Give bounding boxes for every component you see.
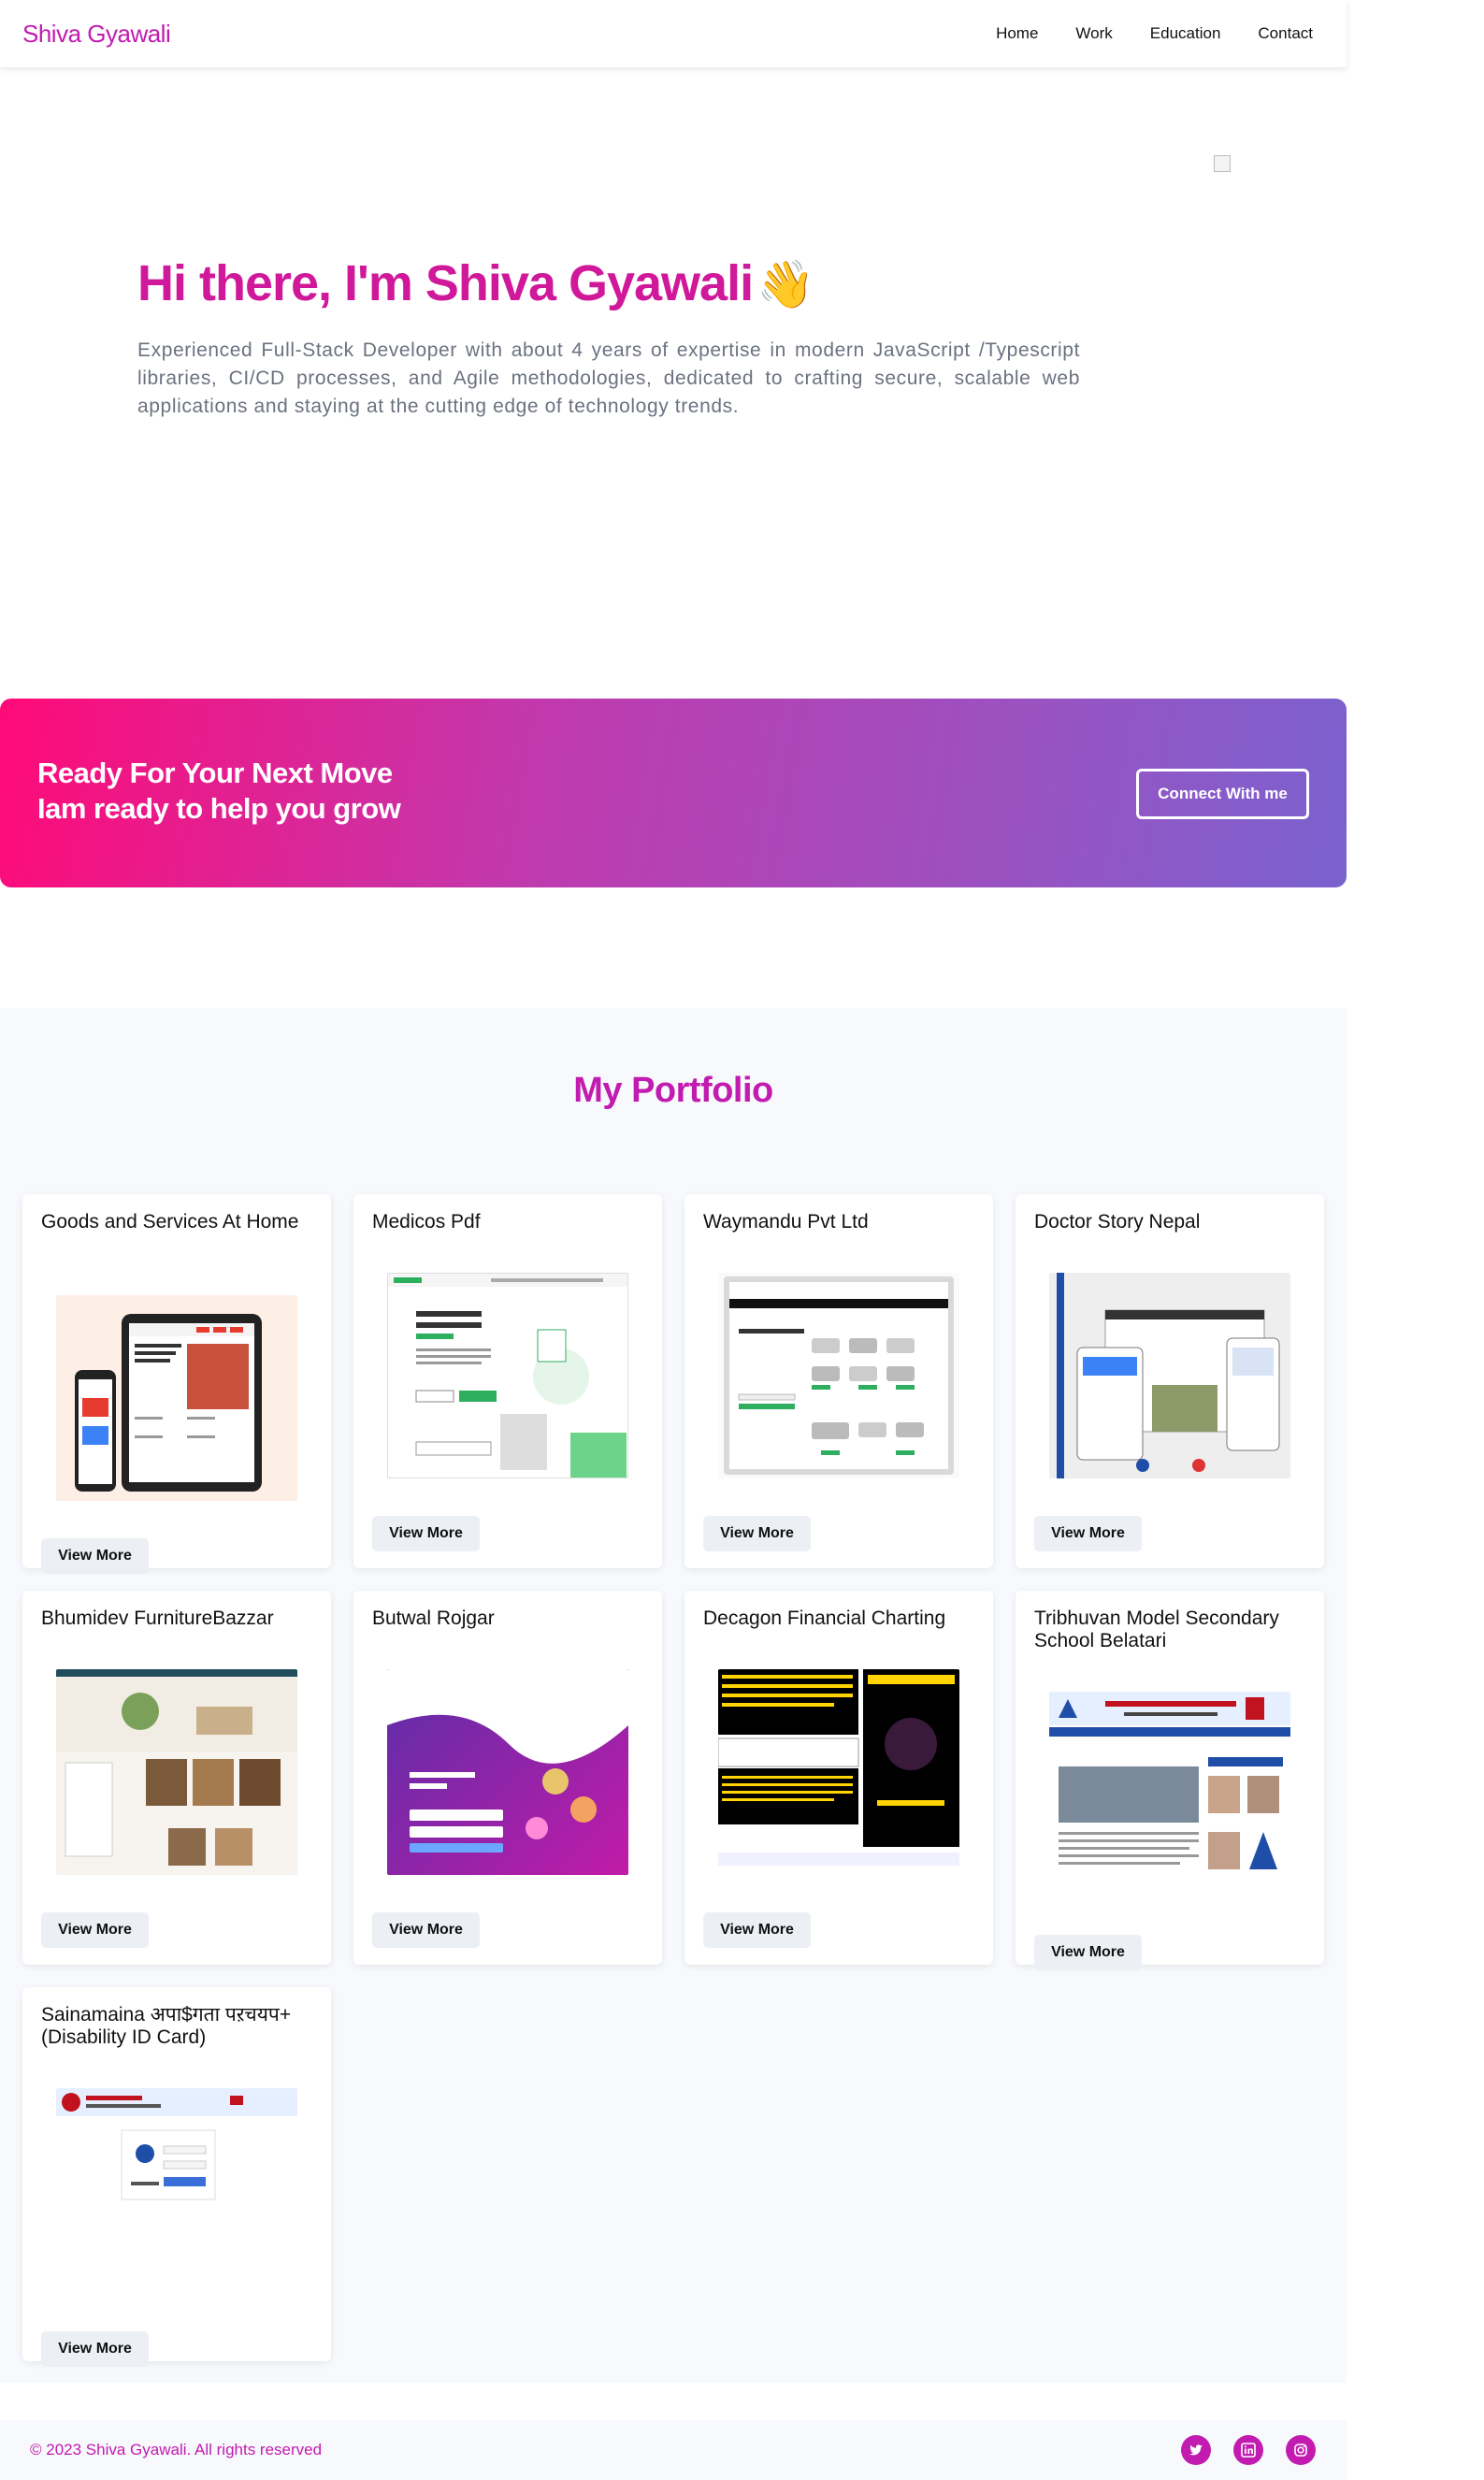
linkedin-icon[interactable]	[1233, 2435, 1263, 2465]
cta-headline: Ready For Your Next Move	[37, 757, 393, 789]
hero-title: Hi there, I'm Shiva Gyawali👋	[137, 254, 814, 312]
project-title: Sainamaina अपा$गता पऱचयप+ (Disability ID…	[41, 2004, 292, 2048]
portfolio-card: Goods and Services At Home View More	[22, 1194, 331, 1574]
instagram-icon[interactable]	[1286, 2435, 1316, 2465]
view-more-button[interactable]: View More	[41, 2331, 149, 2367]
project-thumbnail	[718, 1669, 959, 1875]
view-more-button[interactable]: View More	[372, 1912, 480, 1948]
project-title: Goods and Services At Home	[41, 1211, 299, 1233]
navbar: Shiva Gyawali Home Work Education Contac…	[0, 0, 1347, 67]
twitter-icon[interactable]	[1181, 2435, 1211, 2465]
nav-links: Home Work Education Contact	[958, 24, 1313, 43]
project-thumbnail	[718, 1273, 959, 1478]
view-more-button[interactable]: View More	[41, 1538, 149, 1574]
view-more-button[interactable]: View More	[703, 1516, 811, 1551]
hero-title-text: Hi there, I'm Shiva Gyawali	[137, 255, 754, 311]
portfolio-title: My Portfolio	[573, 1071, 773, 1110]
project-thumbnail	[1049, 1692, 1290, 1897]
view-more-button[interactable]: View More	[1034, 1516, 1142, 1551]
view-more-button[interactable]: View More	[703, 1912, 811, 1948]
portfolio-card: Butwal Rojgar View More	[353, 1591, 662, 1965]
hero-description: Experienced Full-Stack Developer with ab…	[137, 339, 1080, 417]
page: Shiva Gyawali Home Work Education Contac…	[0, 0, 1484, 2480]
project-title: Waymandu Pvt Ltd	[703, 1211, 869, 1233]
waving-hand-icon: 👋	[756, 258, 814, 310]
portfolio-card: Tribhuvan Model Secondary School Belatar…	[1016, 1591, 1324, 1970]
cta-subheadline: Iam ready to help you grow	[37, 792, 401, 825]
nav-home[interactable]: Home	[996, 24, 1038, 43]
portfolio-card: Medicos Pdf View More	[353, 1194, 662, 1568]
nav-education[interactable]: Education	[1150, 24, 1221, 43]
project-title: Medicos Pdf	[372, 1211, 481, 1233]
portfolio-section: My Portfolio Goods and Services At Home	[0, 1008, 1347, 2383]
portfolio-card: Decagon Financial Charting View More	[684, 1591, 993, 1965]
project-thumbnail	[56, 2088, 297, 2210]
project-thumbnail	[1049, 1273, 1290, 1478]
nav-work[interactable]: Work	[1075, 24, 1112, 43]
brand-logo[interactable]: Shiva Gyawali	[22, 20, 171, 49]
connect-button[interactable]: Connect With me	[1136, 769, 1309, 819]
view-more-button[interactable]: View More	[1034, 1935, 1142, 1970]
footer: © 2023 Shiva Gyawali. All rights reserve…	[0, 2420, 1347, 2480]
portfolio-card: Doctor Story Nepal View More	[1016, 1194, 1324, 1568]
view-more-button[interactable]: View More	[372, 1516, 480, 1551]
portfolio-card: Waymandu Pvt Ltd View More	[684, 1194, 993, 1568]
nav-contact[interactable]: Contact	[1258, 24, 1313, 43]
view-more-button[interactable]: View More	[41, 1912, 149, 1948]
project-thumbnail	[56, 1669, 297, 1875]
cta-banner: Ready For Your Next Move Iam ready to he…	[0, 699, 1347, 887]
project-title: Tribhuvan Model Secondary School Belatar…	[1034, 1608, 1279, 1651]
project-thumbnail	[387, 1669, 628, 1875]
project-title: Butwal Rojgar	[372, 1608, 495, 1629]
project-thumbnail	[387, 1273, 628, 1478]
project-thumbnail	[56, 1295, 297, 1501]
project-title: Decagon Financial Charting	[703, 1608, 946, 1629]
copyright-text: © 2023 Shiva Gyawali. All rights reserve…	[30, 2441, 323, 2458]
portfolio-card: Sainamaina अपा$गता पऱचयप+ (Disability ID…	[22, 1987, 331, 2367]
project-title: Doctor Story Nepal	[1034, 1211, 1201, 1233]
portfolio-card: Bhumidev FurnitureBazzar View More	[22, 1591, 331, 1965]
broken-image-icon	[1214, 155, 1231, 172]
project-title: Bhumidev FurnitureBazzar	[41, 1608, 274, 1629]
